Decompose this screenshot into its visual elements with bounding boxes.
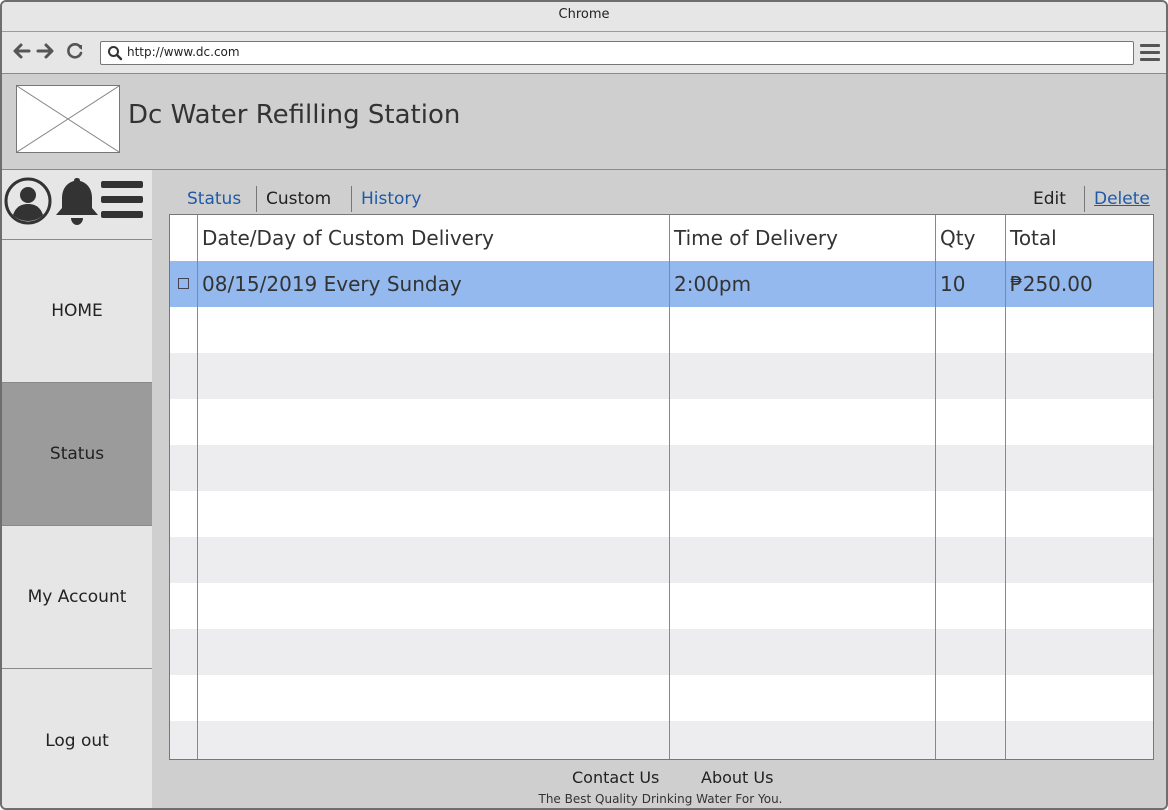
- main-content: Status Custom History Edit Delete Date/D…: [153, 170, 1166, 808]
- column-header-total: Total: [1010, 226, 1057, 250]
- window-title: Chrome: [558, 7, 610, 22]
- sidebar-item-my-account[interactable]: My Account: [2, 526, 152, 669]
- tab-status[interactable]: Status: [187, 186, 241, 212]
- row-checkbox[interactable]: [178, 278, 189, 289]
- column-divider: [935, 215, 936, 759]
- hamburger-menu-icon[interactable]: [101, 181, 145, 223]
- delete-button[interactable]: Delete: [1094, 186, 1150, 212]
- logo-placeholder: [16, 85, 120, 153]
- forward-arrow-icon[interactable]: [35, 41, 57, 63]
- edit-button[interactable]: Edit: [1033, 186, 1066, 212]
- column-header-date: Date/Day of Custom Delivery: [202, 226, 495, 250]
- app-title: Dc Water Refilling Station: [128, 100, 461, 130]
- cell-qty: 10: [940, 272, 966, 296]
- search-icon: [107, 45, 123, 61]
- cell-time: 2:00pm: [674, 272, 752, 296]
- address-bar[interactable]: http://www.dc.com: [100, 41, 1134, 65]
- about-us-link[interactable]: About Us: [701, 768, 773, 787]
- browser-nav-bar: http://www.dc.com: [2, 32, 1166, 74]
- column-header-qty: Qty: [940, 226, 976, 250]
- sidebar-item-label: Status: [49, 444, 105, 464]
- custom-delivery-table: Date/Day of Custom Delivery Time of Deli…: [169, 214, 1154, 760]
- window-title-bar: Chrome: [2, 2, 1166, 32]
- tab-history[interactable]: History: [361, 186, 421, 212]
- column-header-time: Time of Delivery: [674, 226, 838, 250]
- url-text: http://www.dc.com: [127, 45, 240, 59]
- cell-total: ₱250.00: [1010, 272, 1093, 296]
- sidebar-item-status[interactable]: Status: [2, 383, 152, 526]
- sidebar-item-label: Log out: [45, 730, 109, 751]
- tab-divider: [256, 186, 257, 212]
- app-header: Dc Water Refilling Station: [2, 74, 1166, 170]
- browser-menu-icon[interactable]: [1140, 44, 1160, 62]
- contact-us-link[interactable]: Contact Us: [572, 768, 659, 787]
- user-profile-icon[interactable]: [4, 177, 52, 229]
- sidebar-item-home[interactable]: HOME: [2, 240, 152, 383]
- sidebar-item-label: My Account: [27, 587, 127, 607]
- sidebar: HOME Status My Account Log out: [2, 170, 152, 808]
- sidebar-icon-bar: [2, 170, 152, 240]
- browser-window: Chrome http://www.dc.com Dc Water Refill…: [0, 0, 1168, 810]
- sidebar-item-label: HOME: [51, 301, 103, 321]
- column-divider: [669, 215, 670, 759]
- cell-date: 08/15/2019 Every Sunday: [202, 272, 462, 296]
- action-divider: [1084, 186, 1085, 212]
- sidebar-item-log-out[interactable]: Log out: [2, 669, 152, 808]
- back-arrow-icon[interactable]: [10, 41, 32, 63]
- reload-icon[interactable]: [64, 41, 86, 63]
- tab-custom[interactable]: Custom: [266, 186, 331, 212]
- notification-bell-icon[interactable]: [54, 175, 100, 231]
- column-divider: [1005, 215, 1006, 759]
- tab-divider: [351, 186, 352, 212]
- column-divider: [197, 215, 198, 759]
- footer-tagline: The Best Quality Drinking Water For You.: [538, 792, 783, 806]
